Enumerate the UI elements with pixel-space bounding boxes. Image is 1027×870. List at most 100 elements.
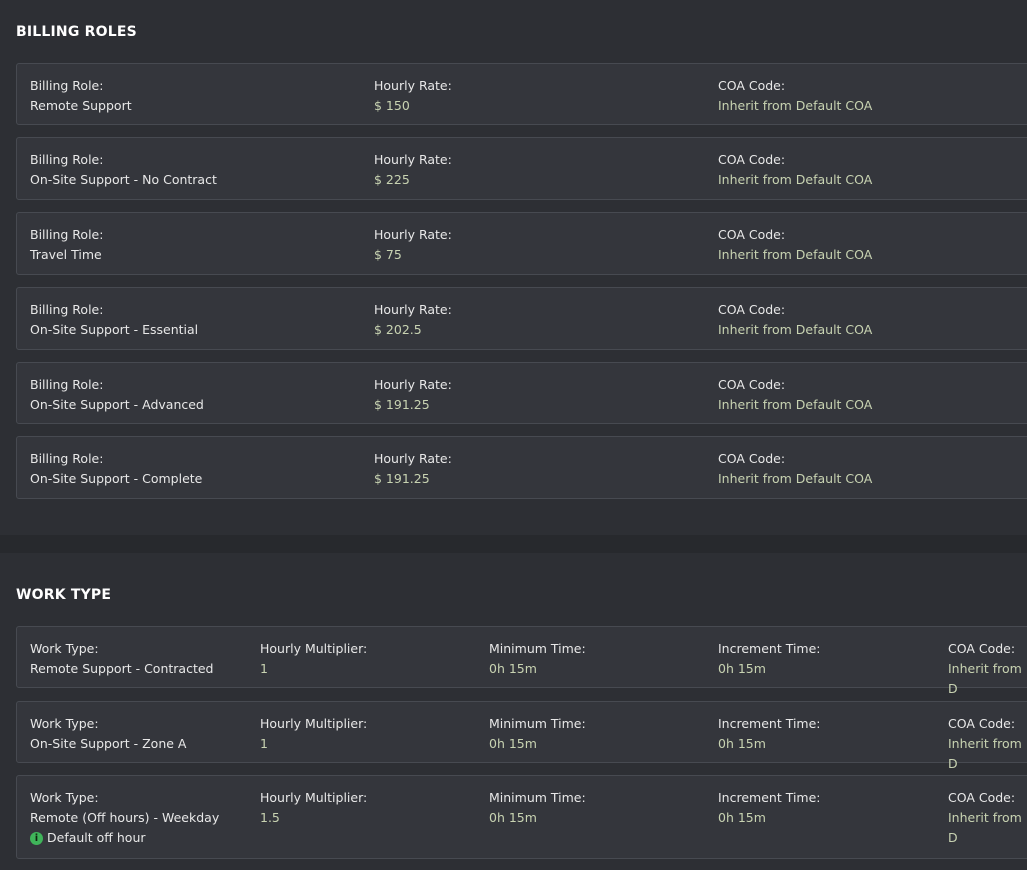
coa-code-label: COA Code: [718,377,786,392]
hourly-multiplier-value: 1 [260,661,268,676]
hourly-rate-col: Hourly Rate: $ 202.5 [374,300,452,340]
coa-code-label: COA Code: [718,152,786,167]
coa-code-col: COA Code: Inherit from Default COA [718,449,872,489]
hourly-rate-col: Hourly Rate: $ 225 [374,150,452,190]
coa-code-value: Inherit from Default COA [718,98,873,113]
hourly-rate-col: Hourly Rate: $ 191.25 [374,375,452,415]
billing-role-value: On-Site Support - No Contract [30,172,217,187]
billing-role-card[interactable]: Billing Role: On-Site Support - Essentia… [16,287,1027,350]
hourly-rate-label: Hourly Rate: [374,152,452,167]
coa-code-value: Inherit from Default COA [718,247,873,262]
billing-role-label: Billing Role: [30,227,104,242]
billing-role-card[interactable]: Billing Role: Remote Support Hourly Rate… [16,63,1027,125]
hourly-rate-value: $ 191.25 [374,397,430,412]
hourly-rate-value: $ 75 [374,247,402,262]
increment-time-label: Increment Time: [718,716,821,731]
billing-roles-title: BILLING ROLES [16,24,137,40]
minimum-time-label: Minimum Time: [489,641,586,656]
work-type-card[interactable]: Work Type: On-Site Support - Zone A Hour… [16,701,1027,771]
coa-code-label: COA Code: [948,790,1016,805]
coa-code-col: COA Code: Inherit from Default COA [718,76,872,116]
hourly-rate-value: $ 202.5 [374,322,422,337]
minimum-time-col: Minimum Time: 0h 15m [489,788,586,828]
billing-role-value: Remote Support [30,98,132,113]
coa-code-label: COA Code: [718,302,786,317]
work-type-value: Remote (Off hours) - Weekday [30,810,220,825]
increment-time-value: 0h 15m [718,810,766,825]
work-type-card[interactable]: Work Type: Remote Support - Contracted H… [16,626,1027,696]
hourly-rate-col: Hourly Rate: $ 191.25 [374,449,452,489]
work-type-card[interactable]: Work Type: Remote (Off hours) - Weekday … [16,775,1027,859]
coa-code-value: Inherit from Default COA [718,471,873,486]
increment-time-col: Increment Time: 0h 15m [718,639,821,679]
coa-code-value: Inherit from D [948,661,1022,696]
hourly-rate-label: Hourly Rate: [374,377,452,392]
increment-time-value: 0h 15m [718,661,766,676]
work-type-label: Work Type: [30,790,99,805]
work-type-title: WORK TYPE [16,587,112,603]
billing-role-label: Billing Role: [30,302,104,317]
hourly-multiplier-label: Hourly Multiplier: [260,790,368,805]
billing-role-label: Billing Role: [30,152,104,167]
coa-code-col: COA Code: Inherit from Default COA [718,150,872,190]
billing-role-card[interactable]: Billing Role: On-Site Support - Advanced… [16,362,1027,424]
minimum-time-value: 0h 15m [489,810,537,825]
section-divider [0,535,1027,553]
billing-role-value: Travel Time [30,247,102,262]
work-type-col: Work Type: Remote (Off hours) - Weekday … [30,788,219,848]
increment-time-label: Increment Time: [718,641,821,656]
coa-code-col: COA Code: Inherit from D [948,714,1027,774]
work-type-panel: WORK TYPE Work Type: Remote Support - Co… [0,553,1027,870]
hourly-rate-label: Hourly Rate: [374,78,452,93]
coa-code-label: COA Code: [948,716,1016,731]
billing-role-value: On-Site Support - Complete [30,471,203,486]
work-type-label: Work Type: [30,716,99,731]
billing-role-col: Billing Role: Remote Support [30,76,132,116]
coa-code-label: COA Code: [718,227,786,242]
billing-role-col: Billing Role: On-Site Support - Advanced [30,375,204,415]
work-type-value: On-Site Support - Zone A [30,736,187,751]
billing-role-card[interactable]: Billing Role: Travel Time Hourly Rate: $… [16,212,1027,275]
minimum-time-value: 0h 15m [489,661,537,676]
billing-role-col: Billing Role: On-Site Support - Complete [30,449,202,489]
billing-role-col: Billing Role: Travel Time [30,225,103,265]
minimum-time-col: Minimum Time: 0h 15m [489,639,586,679]
coa-code-col: COA Code: Inherit from Default COA [718,300,872,340]
coa-code-col: COA Code: Inherit from D [948,788,1027,848]
hourly-multiplier-label: Hourly Multiplier: [260,641,368,656]
billing-roles-panel: BILLING ROLES Billing Role: Remote Suppo… [0,0,1027,535]
billing-role-label: Billing Role: [30,377,104,392]
coa-code-col: COA Code: Inherit from Default COA [718,375,872,415]
increment-time-col: Increment Time: 0h 15m [718,714,821,754]
increment-time-col: Increment Time: 0h 15m [718,788,821,828]
work-type-col: Work Type: On-Site Support - Zone A [30,714,186,754]
billing-role-value: On-Site Support - Advanced [30,397,204,412]
billing-role-label: Billing Role: [30,451,104,466]
coa-code-label: COA Code: [718,78,786,93]
work-type-label: Work Type: [30,641,99,656]
hourly-multiplier-label: Hourly Multiplier: [260,716,368,731]
hourly-multiplier-col: Hourly Multiplier: 1 [260,639,367,679]
info-icon: i [30,831,43,845]
work-type-col: Work Type: Remote Support - Contracted [30,639,213,679]
billing-role-card[interactable]: Billing Role: On-Site Support - No Contr… [16,137,1027,200]
minimum-time-label: Minimum Time: [489,790,586,805]
hourly-rate-label: Hourly Rate: [374,451,452,466]
coa-code-value: Inherit from Default COA [718,322,873,337]
minimum-time-col: Minimum Time: 0h 15m [489,714,586,754]
billing-role-value: On-Site Support - Essential [30,322,199,337]
hourly-multiplier-col: Hourly Multiplier: 1 [260,714,367,754]
hourly-rate-col: Hourly Rate: $ 75 [374,225,452,265]
hourly-rate-value: $ 191.25 [374,471,430,486]
increment-time-value: 0h 15m [718,736,766,751]
minimum-time-label: Minimum Time: [489,716,586,731]
coa-code-label: COA Code: [718,451,786,466]
hourly-multiplier-value: 1.5 [260,810,280,825]
billing-role-card[interactable]: Billing Role: On-Site Support - Complete… [16,436,1027,499]
hourly-rate-label: Hourly Rate: [374,227,452,242]
coa-code-col: COA Code: Inherit from Default COA [718,225,872,265]
default-off-hour-text: Default off hour [47,830,146,845]
hourly-rate-col: Hourly Rate: $ 150 [374,76,452,116]
minimum-time-value: 0h 15m [489,736,537,751]
hourly-rate-label: Hourly Rate: [374,302,452,317]
